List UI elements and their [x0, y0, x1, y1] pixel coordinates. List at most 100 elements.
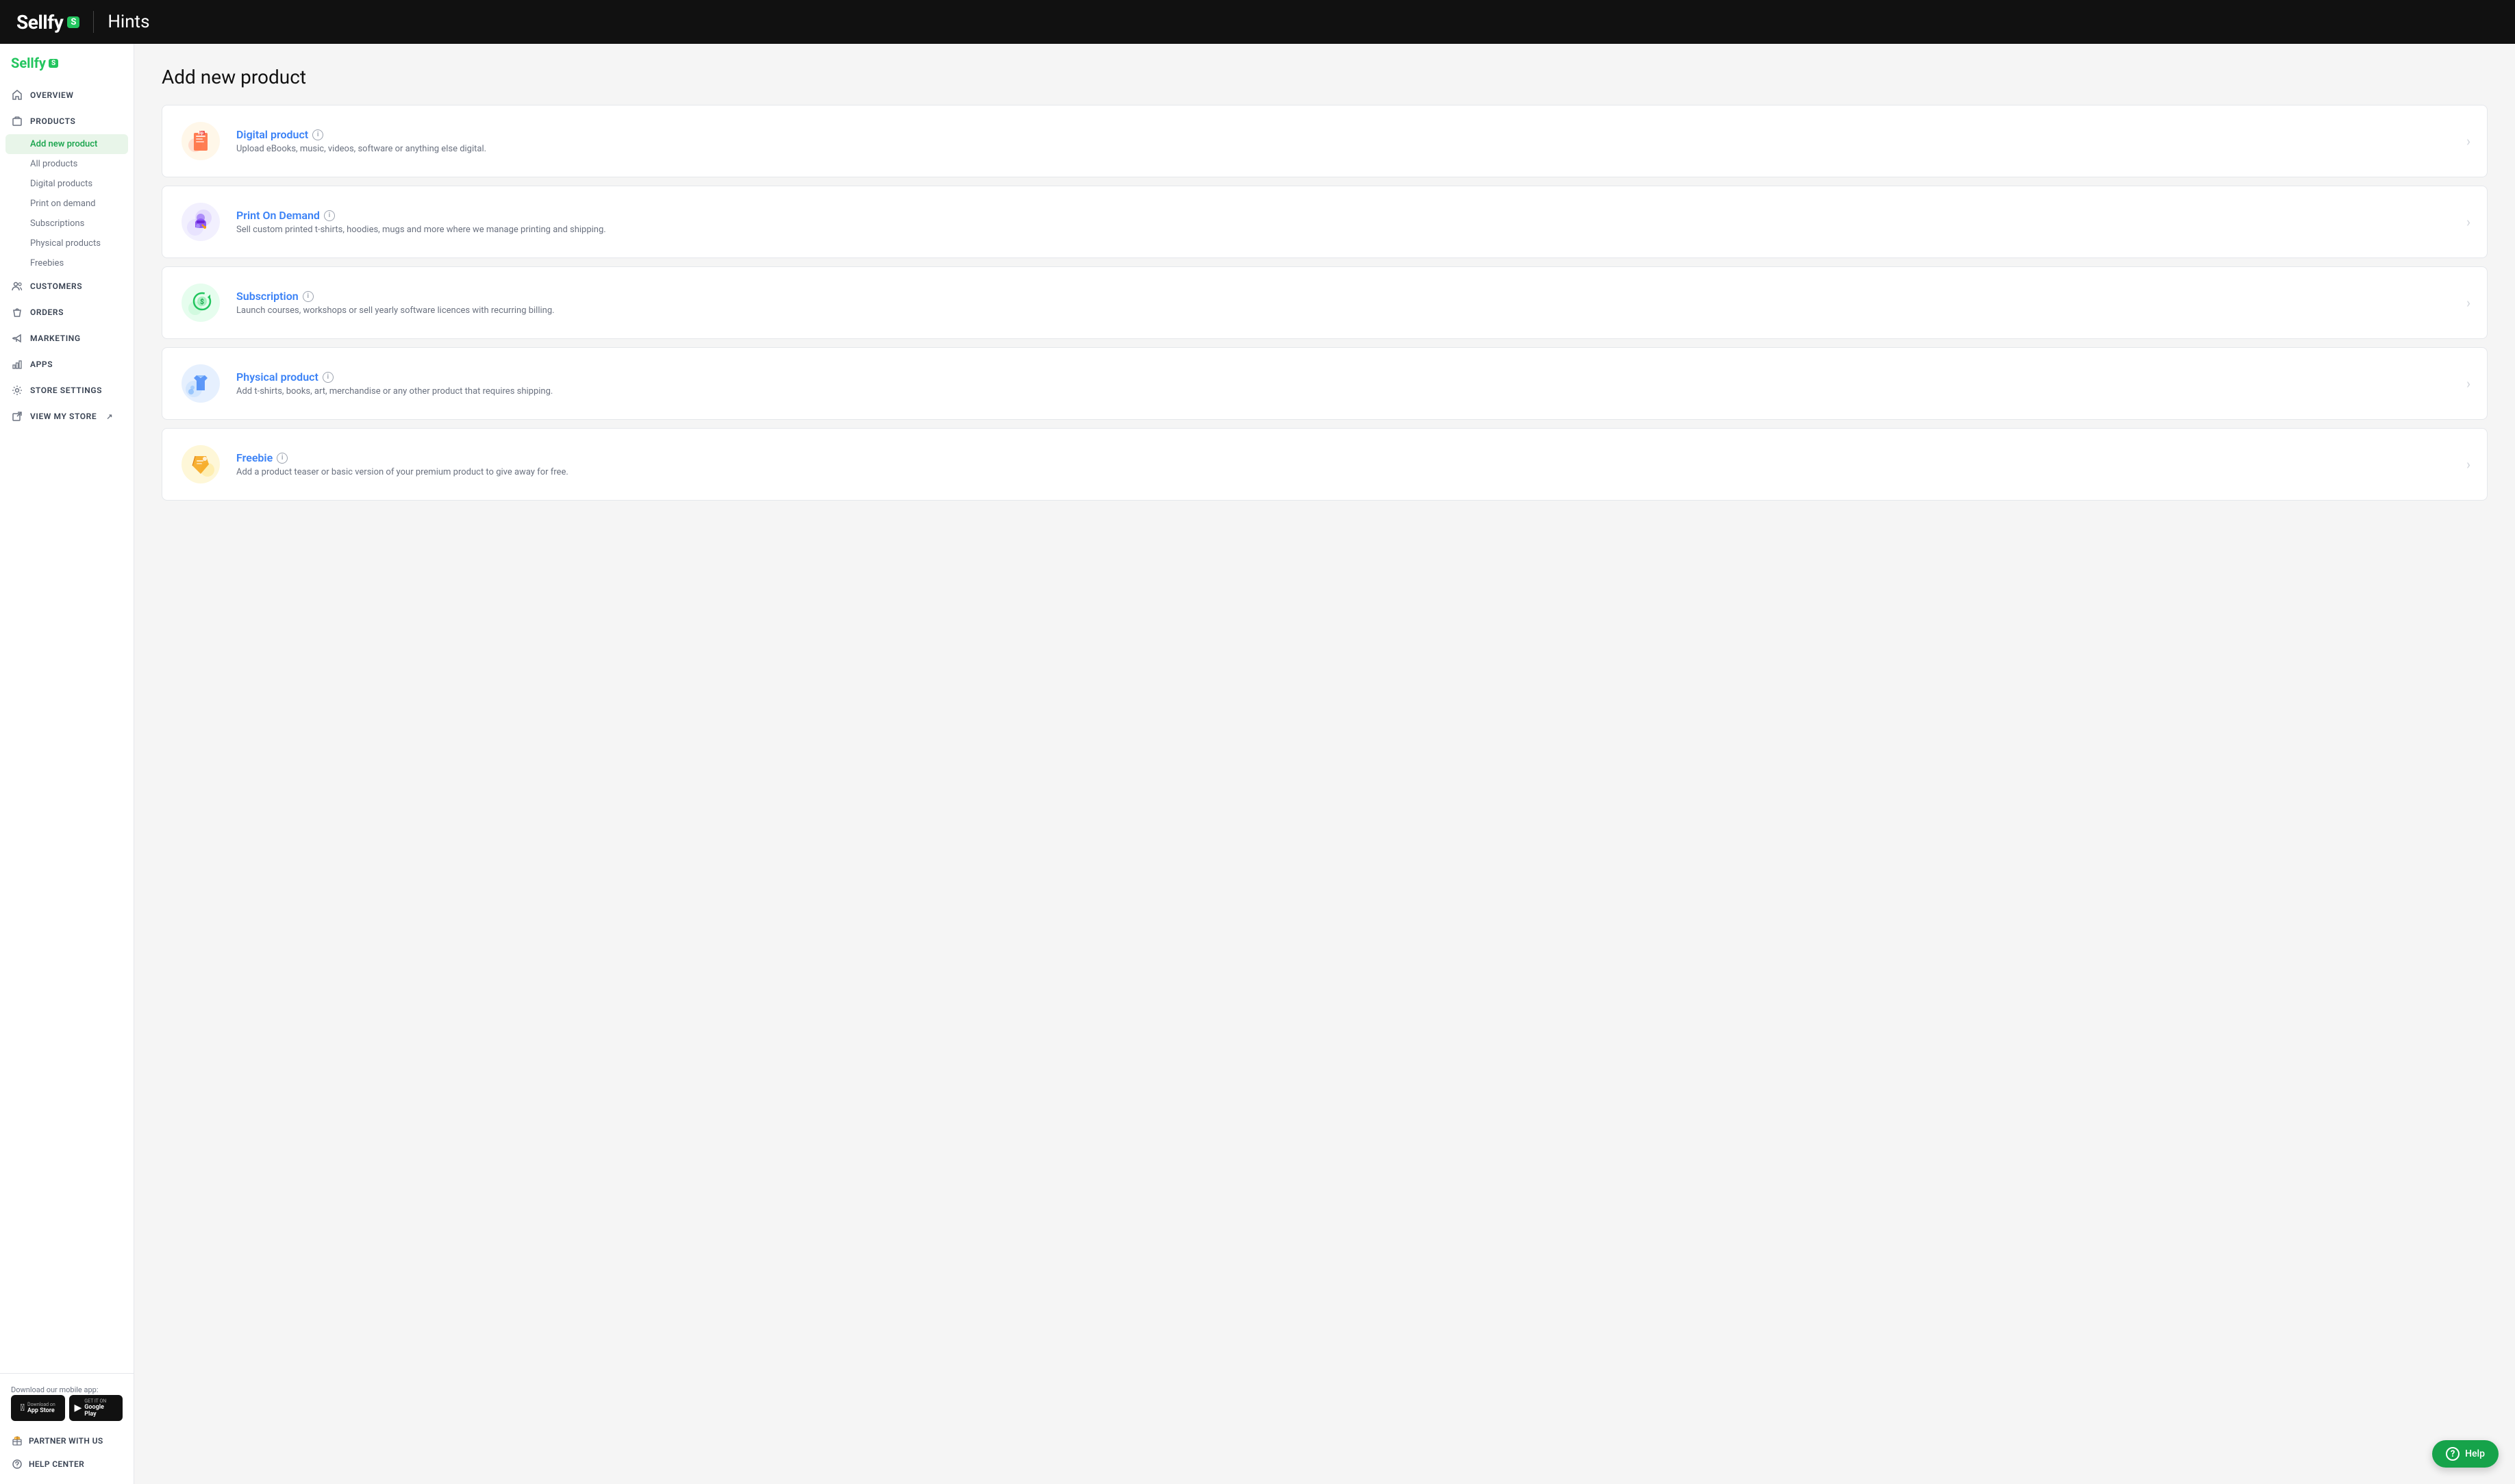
- arrow-icon-print-on-demand: ›: [2466, 214, 2470, 230]
- product-icon-digital: zip: [179, 119, 223, 163]
- header-logo-text: Sellfy: [16, 11, 63, 34]
- sidebar-sub-freebies[interactable]: Freebies: [0, 253, 134, 273]
- app-store-text: Download on App Store: [27, 1402, 55, 1414]
- product-title-subscription: Subscription i: [236, 290, 2455, 303]
- help-button[interactable]: ? Help: [2432, 1440, 2499, 1468]
- product-card-digital[interactable]: zip Digital product i Upload eBooks, mus…: [162, 105, 2488, 177]
- product-card-physical[interactable]: Physical product i Add t-shirts, books, …: [162, 347, 2488, 420]
- product-info-digital: Digital product i Upload eBooks, music, …: [236, 128, 2455, 154]
- product-icon-subscription: $: [179, 281, 223, 325]
- products-label: PRODUCTS: [30, 116, 75, 126]
- sidebar-item-overview[interactable]: OVERVIEW: [0, 82, 134, 108]
- sidebar-logo: Sellfy S: [11, 55, 58, 71]
- apple-icon: : [21, 1403, 25, 1413]
- product-info-physical: Physical product i Add t-shirts, books, …: [236, 370, 2455, 397]
- page-title: Add new product: [162, 66, 2488, 88]
- main-layout: Sellfy S OVERVIEW: [0, 44, 2515, 1484]
- play-icon: ▶: [75, 1403, 82, 1413]
- google-play-name: Google Play: [84, 1404, 117, 1418]
- subscriptions-label: Subscriptions: [30, 218, 84, 229]
- svg-text:$: $: [200, 297, 204, 306]
- sidebar-sub-subscriptions[interactable]: Subscriptions: [0, 214, 134, 234]
- physical-products-label: Physical products: [30, 238, 101, 249]
- help-question-icon: ?: [2446, 1447, 2460, 1461]
- product-desc-freebie: Add a product teaser or basic version of…: [236, 467, 2455, 477]
- users-icon: [11, 280, 23, 292]
- sidebar-item-view-my-store[interactable]: VIEW MY STORE ↗: [0, 403, 134, 429]
- sidebar-logo-area: Sellfy S: [0, 44, 134, 77]
- gift-icon: [11, 1435, 23, 1447]
- app-store-button[interactable]:  Download on App Store: [11, 1395, 65, 1421]
- sidebar-bottom: Download our mobile app:  Download on A…: [0, 1373, 134, 1484]
- info-icon-subscription[interactable]: i: [303, 291, 314, 302]
- sidebar-logo-badge: S: [49, 59, 58, 68]
- sidebar-item-orders[interactable]: ORDERS: [0, 299, 134, 325]
- product-card-freebie[interactable]: Freebie i Add a product teaser or basic …: [162, 428, 2488, 501]
- product-desc-digital: Upload eBooks, music, videos, software o…: [236, 144, 2455, 154]
- app-store-name: App Store: [27, 1407, 55, 1414]
- sidebar-item-store-settings[interactable]: STORE SETTINGS: [0, 377, 134, 403]
- product-title-physical: Physical product i: [236, 370, 2455, 383]
- product-title-print-on-demand: Print On Demand i: [236, 209, 2455, 222]
- arrow-icon-physical: ›: [2466, 375, 2470, 392]
- product-icon-physical: [179, 362, 223, 405]
- product-desc-subscription: Launch courses, workshops or sell yearly…: [236, 305, 2455, 316]
- header-divider: [93, 11, 94, 33]
- header-logo: Sellfy S: [16, 11, 79, 34]
- sidebar-logo-text: Sellfy: [11, 55, 46, 71]
- app-store-sub: Download on: [27, 1402, 55, 1407]
- arrow-icon-freebie: ›: [2466, 456, 2470, 473]
- home-icon: [11, 89, 23, 101]
- sidebar-nav: OVERVIEW PRODUCTS Add new product All pr…: [0, 77, 134, 1373]
- all-products-label: All products: [30, 159, 77, 169]
- sidebar-item-partner[interactable]: PARTNER WITH US: [11, 1429, 123, 1452]
- partner-label: PARTNER WITH US: [29, 1436, 103, 1446]
- google-play-button[interactable]: ▶ GET IT ON Google Play: [69, 1395, 123, 1421]
- product-info-print-on-demand: Print On Demand i Sell custom printed t-…: [236, 209, 2455, 235]
- overview-label: OVERVIEW: [30, 90, 74, 100]
- marketing-label: MARKETING: [30, 334, 81, 343]
- sidebar-sub-physical-products[interactable]: Physical products: [0, 234, 134, 253]
- product-card-print-on-demand[interactable]: Print On Demand i Sell custom printed t-…: [162, 186, 2488, 258]
- sidebar-item-help-center[interactable]: HELP CENTER: [11, 1452, 123, 1476]
- sidebar-item-customers[interactable]: CUSTOMERS: [0, 273, 134, 299]
- freebies-label: Freebies: [30, 258, 64, 268]
- info-icon-freebie[interactable]: i: [277, 453, 288, 464]
- product-desc-print-on-demand: Sell custom printed t-shirts, hoodies, m…: [236, 225, 2455, 235]
- help-center-icon: [11, 1458, 23, 1470]
- product-info-freebie: Freebie i Add a product teaser or basic …: [236, 451, 2455, 477]
- help-label: Help: [2465, 1448, 2485, 1459]
- digital-products-label: Digital products: [30, 179, 92, 189]
- google-play-sub: GET IT ON: [84, 1398, 117, 1404]
- top-header: Sellfy S Hints: [0, 0, 2515, 44]
- external-link-icon: [11, 410, 23, 423]
- help-center-label: HELP CENTER: [29, 1459, 84, 1469]
- external-link-arrow: ↗: [106, 412, 113, 421]
- info-icon-digital[interactable]: i: [312, 129, 323, 140]
- sidebar-sub-digital-products[interactable]: Digital products: [0, 174, 134, 194]
- print-on-demand-label: Print on demand: [30, 199, 95, 209]
- mobile-app-label: Download our mobile app:: [11, 1385, 99, 1394]
- app-buttons:  Download on App Store ▶ GET IT ON Goog…: [11, 1395, 123, 1421]
- product-card-subscription[interactable]: $ Subscription i Launch courses, worksho…: [162, 266, 2488, 339]
- sidebar-item-apps[interactable]: APPS: [0, 351, 134, 377]
- customers-label: CUSTOMERS: [30, 281, 82, 291]
- bar-chart-icon: [11, 358, 23, 370]
- sidebar: Sellfy S OVERVIEW: [0, 44, 134, 1484]
- info-icon-print-on-demand[interactable]: i: [324, 210, 335, 221]
- product-title-freebie: Freebie i: [236, 451, 2455, 464]
- header-logo-badge: S: [67, 16, 79, 28]
- sidebar-item-products[interactable]: PRODUCTS: [0, 108, 134, 134]
- info-icon-physical[interactable]: i: [323, 372, 334, 383]
- megaphone-icon: [11, 332, 23, 344]
- sidebar-sub-add-new-product[interactable]: Add new product: [5, 134, 128, 154]
- sidebar-sub-print-on-demand[interactable]: Print on demand: [0, 194, 134, 214]
- content-area: Add new product zip Digital product: [134, 44, 2515, 1484]
- apps-label: APPS: [30, 360, 53, 369]
- sidebar-sub-all-products[interactable]: All products: [0, 154, 134, 174]
- svg-text:zip: zip: [198, 131, 204, 136]
- sidebar-item-marketing[interactable]: MARKETING: [0, 325, 134, 351]
- add-new-product-label: Add new product: [30, 139, 97, 149]
- product-desc-physical: Add t-shirts, books, art, merchandise or…: [236, 386, 2455, 397]
- store-settings-label: STORE SETTINGS: [30, 386, 102, 395]
